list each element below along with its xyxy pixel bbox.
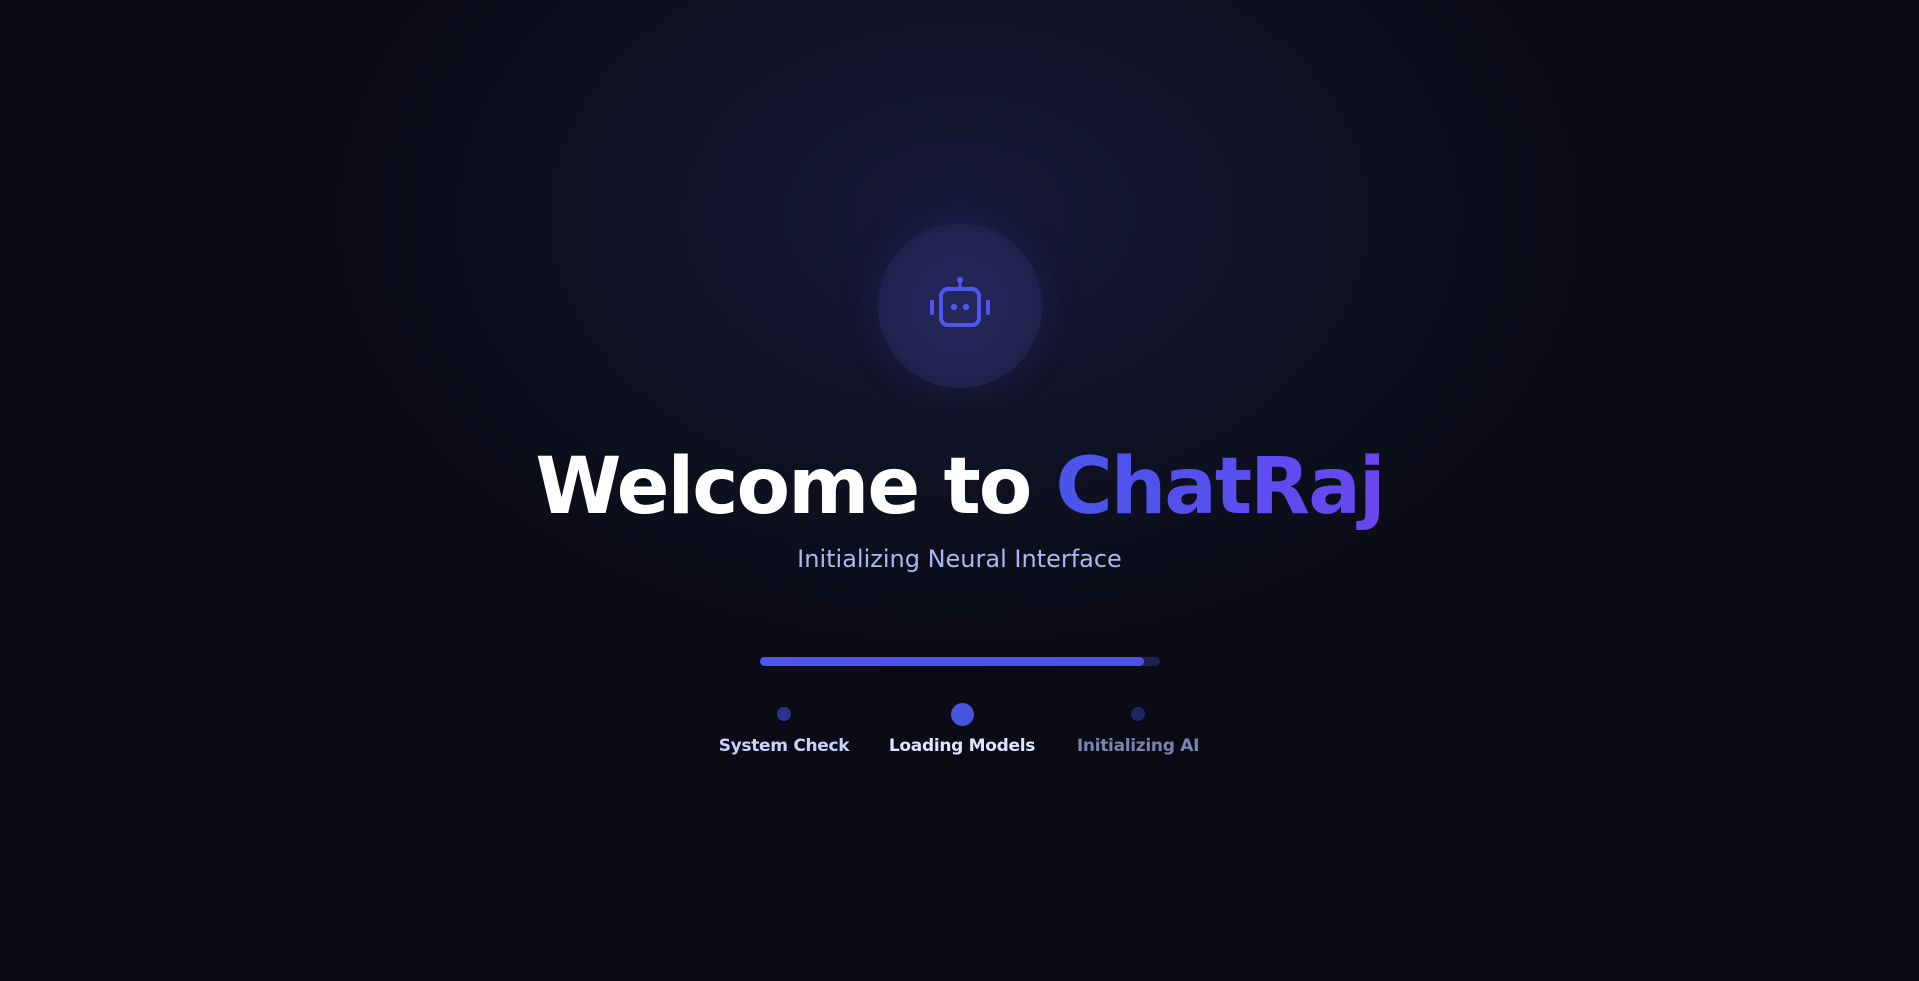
progress-fill [760, 657, 1144, 666]
brand-name: ChatRaj [1055, 442, 1385, 532]
subtitle: Initializing Neural Interface [797, 545, 1122, 573]
robot-icon [930, 277, 990, 327]
step-indicator: System Check Loading Models Initializing… [0, 700, 1919, 770]
loading-screen: Welcome to ChatRaj Initializing Neural I… [0, 0, 1919, 981]
step-label: System Check [718, 736, 850, 756]
step-initializing-ai: Initializing AI [1048, 700, 1228, 756]
page-title: Welcome to ChatRaj [0, 442, 1919, 532]
step-dot [1131, 707, 1145, 721]
title-prefix: Welcome to [535, 442, 1032, 532]
progress-bar [760, 657, 1160, 666]
step-loading-models: Loading Models [872, 700, 1052, 756]
step-label: Initializing AI [1076, 736, 1200, 756]
step-label: Loading Models [888, 736, 1036, 756]
step-dot [777, 707, 791, 721]
step-system-check: System Check [694, 700, 874, 756]
step-dot [950, 702, 974, 726]
logo-badge [878, 224, 1042, 388]
